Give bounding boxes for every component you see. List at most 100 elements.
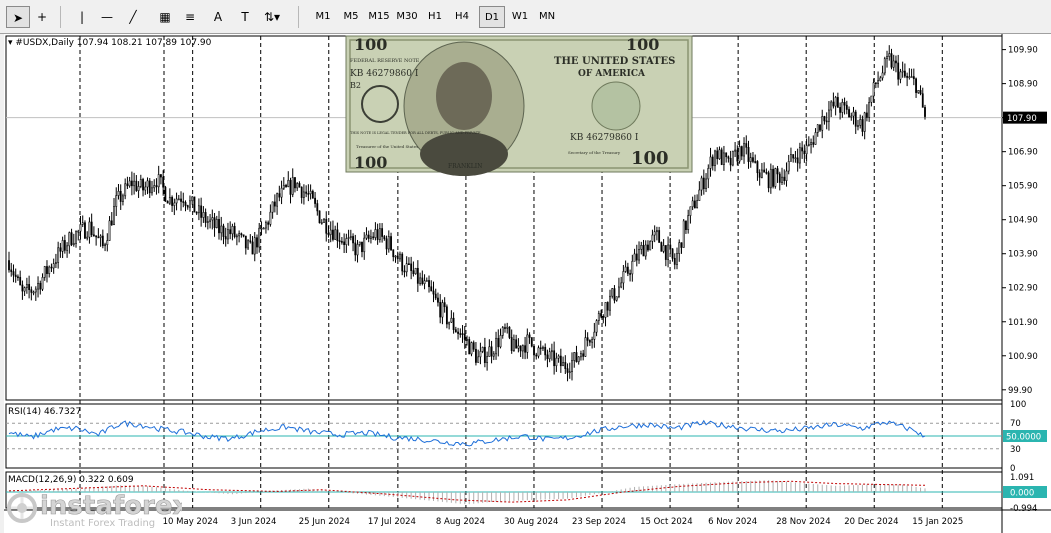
candle-body	[687, 215, 690, 230]
vertical-line-tool[interactable]: |	[70, 6, 94, 28]
candle-body	[568, 371, 571, 374]
candle-body	[271, 201, 274, 213]
candle-body	[488, 346, 491, 357]
candle-body	[128, 180, 131, 187]
candle-body	[696, 200, 699, 209]
candle-body	[794, 157, 797, 160]
text-label-tool[interactable]: T	[233, 6, 257, 28]
candle-body	[635, 253, 638, 261]
candle-body	[387, 236, 390, 250]
candle-body	[157, 174, 160, 188]
candle-body	[117, 190, 120, 196]
candle-body	[340, 241, 343, 243]
candle-body	[921, 93, 924, 108]
timeframe-m15[interactable]: M15	[366, 6, 392, 28]
candle-body	[280, 187, 283, 198]
candle-body	[168, 197, 171, 204]
candle-body	[673, 257, 676, 265]
candle-body	[345, 238, 348, 246]
timeframe-m1[interactable]: M1	[310, 6, 336, 28]
candle-body	[311, 190, 314, 199]
candle-body	[863, 112, 866, 132]
candle-body	[41, 277, 44, 290]
candle-body	[25, 284, 28, 288]
candle-body	[173, 202, 176, 206]
candle-body	[868, 101, 871, 118]
timeframe-m5[interactable]: M5	[338, 6, 364, 28]
candle-body	[848, 109, 850, 118]
candle-body	[110, 220, 113, 226]
candle-body	[693, 200, 696, 209]
candle-body	[97, 236, 100, 239]
chart-area[interactable]: 100 100 100 100 FEDERAL RESERVE NOTE THE UNIT…	[4, 34, 1051, 533]
candle-body	[229, 229, 232, 235]
candle-body	[515, 339, 518, 349]
cursor-icon: ➤	[12, 11, 24, 25]
candle-body	[807, 144, 810, 146]
candle-body	[461, 333, 464, 335]
candle-body	[609, 295, 611, 311]
candle-body	[723, 152, 725, 165]
rsi-y-tick: 70	[1010, 419, 1021, 429]
candle-body	[649, 240, 652, 251]
candle-body	[52, 263, 55, 269]
channel-tool[interactable]: ▦	[153, 6, 177, 28]
candle-body	[302, 191, 305, 198]
candle-body	[604, 302, 607, 318]
candle-body	[412, 270, 415, 275]
timeframe-mn[interactable]: MN	[534, 6, 560, 28]
candle-body	[320, 222, 323, 224]
instaforex-logo: instaforex Instant Forex Trading	[2, 488, 182, 530]
candle-body	[23, 287, 26, 292]
banknote-denomination-bl: 100	[354, 153, 387, 172]
candle-body	[211, 217, 214, 221]
x-tick-label: 8 Aug 2024	[436, 517, 485, 527]
candle-body	[244, 235, 247, 249]
candle-body	[122, 195, 124, 202]
candle-body	[430, 286, 433, 292]
candle-body	[32, 291, 35, 294]
chart-canvas[interactable]: 100 100 100 100 FEDERAL RESERVE NOTE THE UNIT…	[4, 34, 1051, 533]
trendline-tool[interactable]: ╱	[121, 6, 145, 28]
timeframe-d1[interactable]: D1	[479, 6, 505, 28]
candle-body	[546, 354, 549, 360]
candle-body	[231, 226, 234, 235]
candle-body	[725, 152, 728, 158]
candle-body	[262, 227, 265, 230]
candle-body	[443, 302, 446, 308]
candle-body	[437, 297, 439, 303]
crosshair-tool[interactable]: +	[30, 6, 54, 28]
horizontal-line-tool[interactable]: —	[95, 6, 119, 28]
candle-body	[72, 243, 75, 245]
candle-body	[495, 337, 497, 355]
candle-body	[383, 236, 386, 240]
timeframe-h4[interactable]: H4	[449, 6, 475, 28]
timeframe-w1[interactable]: W1	[507, 6, 533, 28]
candle-body	[133, 180, 136, 187]
candle-body	[486, 356, 489, 364]
candle-body	[276, 193, 279, 207]
cursor-tool[interactable]: ➤	[6, 6, 30, 28]
candle-body	[752, 157, 754, 162]
banknote-signature-left: Treasurer of the United States	[356, 144, 418, 149]
arrows-tool[interactable]: ⇅▾	[260, 6, 284, 28]
candle-body	[629, 273, 632, 275]
candle-body	[787, 161, 790, 172]
macd-label: MACD(12,26,9) 0.322 0.609	[8, 475, 134, 485]
candle-body	[626, 266, 629, 274]
candle-body	[155, 185, 158, 188]
text-tool[interactable]: A	[206, 6, 230, 28]
candle-body	[845, 104, 848, 110]
timeframe-h1[interactable]: H1	[422, 6, 448, 28]
fibonacci-tool[interactable]: ≡	[178, 6, 202, 28]
candle-body	[101, 235, 104, 246]
text-label-icon: T	[241, 10, 249, 24]
candle-body	[582, 353, 585, 357]
candle-body	[305, 191, 308, 194]
candle-body	[850, 115, 853, 118]
candle-body	[745, 143, 748, 148]
candle-body	[790, 154, 792, 162]
timeframe-m30[interactable]: M30	[394, 6, 420, 28]
candle-body	[537, 347, 540, 357]
candle-body	[483, 346, 486, 364]
